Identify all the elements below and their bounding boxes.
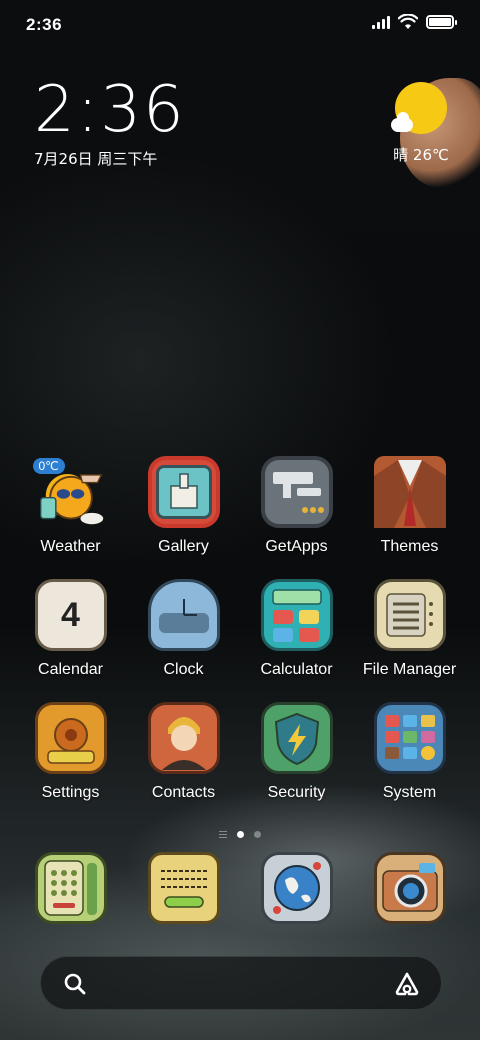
app-getapps[interactable]: GetApps [240,456,353,556]
camera-icon [373,852,446,924]
widget-time: 2:36 [34,73,186,147]
phone-icon [34,852,107,924]
app-gallery[interactable]: Gallery [127,456,240,556]
widget-date: 7月26日 周三下午 [34,150,158,168]
app-themes[interactable]: Themes [353,456,466,556]
app-system[interactable]: System [353,702,466,802]
system-icon [373,702,446,774]
app-weather[interactable]: 0℃ Weather [14,456,127,556]
search-bar[interactable] [40,956,442,1010]
weather-badge: 0℃ [32,458,65,474]
app-label: Gallery [158,538,209,555]
clock-icon [147,579,220,651]
calculator-icon [260,579,333,651]
google-lens-icon[interactable] [393,970,421,998]
app-security[interactable]: Security [240,702,353,802]
security-icon [260,702,333,774]
status-icons [372,14,457,30]
messages-icon [147,852,220,924]
app-label: Contacts [151,784,216,801]
themes-icon [373,456,446,528]
app-label: Settings [41,784,100,801]
app-contacts[interactable]: Contacts [127,702,240,802]
status-time: 2:36 [26,15,63,34]
app-label: Themes [380,538,439,555]
clock-widget[interactable]: 2:36 7月26日 周三下午 [34,78,186,169]
dock-messages[interactable] [127,852,240,924]
sunny-icon [391,82,447,134]
getapps-icon [260,456,333,528]
app-calculator[interactable]: Calculator [240,579,353,679]
contacts-icon [147,702,220,774]
battery-icon [426,15,457,29]
dock-camera[interactable] [353,852,466,924]
page-menu-icon [219,831,227,838]
app-label: GetApps [265,538,328,555]
signal-icon [372,15,390,29]
app-grid: 0℃ Weather Gallery GetApps Themes 4 Cale… [14,456,466,802]
wifi-icon [398,14,418,29]
weather-icon: 0℃ [32,456,107,528]
file-manager-icon [373,579,446,651]
app-file-manager[interactable]: File Manager [353,579,466,679]
weather-text: 晴 26℃ [393,146,449,164]
settings-icon [34,702,107,774]
calendar-icon: 4 [34,579,107,651]
dock [14,852,466,924]
dock-phone[interactable] [14,852,127,924]
search-icon[interactable] [63,972,87,996]
weather-widget[interactable]: 晴 26℃ [386,82,456,165]
status-bar: 2:36 [0,0,480,50]
app-clock[interactable]: Clock [127,579,240,679]
app-label: Calendar [38,661,103,678]
browser-icon [260,852,333,924]
page-indicator [0,831,480,838]
app-label: Security [267,784,326,801]
gallery-icon [147,456,220,528]
app-label: File Manager [362,661,457,678]
app-label: System [382,784,437,801]
app-calendar[interactable]: 4 Calendar [14,579,127,679]
page-dot[interactable] [254,831,261,838]
dock-browser[interactable] [240,852,353,924]
app-label: Weather [40,538,101,555]
app-settings[interactable]: Settings [14,702,127,802]
app-label: Clock [163,661,204,678]
calendar-day: 4 [61,595,80,634]
page-dot-active[interactable] [237,831,244,838]
app-label: Calculator [260,661,333,678]
